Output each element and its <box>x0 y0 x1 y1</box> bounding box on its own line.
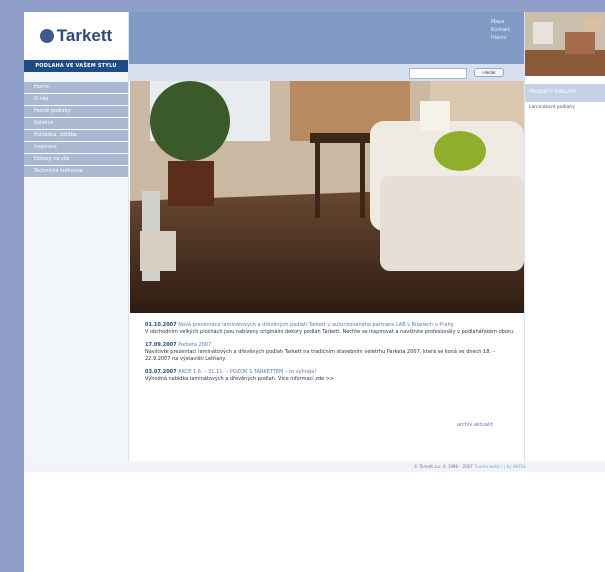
right-photo <box>525 12 605 76</box>
room-photo <box>525 12 605 76</box>
news-body: Navštivte prezentaci laminátových a dřev… <box>145 349 496 362</box>
sidebar-item-library[interactable]: Technická knihovna <box>24 166 128 178</box>
news-date: 03.07.2007 <box>145 369 177 375</box>
logo[interactable]: Tarkett <box>24 12 128 60</box>
logo-text: Tarkett <box>56 26 113 45</box>
sidebar-item-floors[interactable]: Pevné podlahy <box>24 106 128 118</box>
logo-icon <box>39 29 54 43</box>
news-title-link[interactable]: Nová prezentace laminátových a dřevěných… <box>178 322 453 328</box>
news-title-link[interactable]: Parketa 2007 <box>178 342 211 348</box>
header-link-home[interactable]: Hlavní <box>491 34 510 42</box>
news-body: V obchodním velkých plochách jsou nabíze… <box>145 329 515 335</box>
sidebar-item-questions[interactable]: Dotazy na vše <box>24 154 128 166</box>
right-column: PRODUKTY PODLAHY Laminátové podlahy <box>524 12 605 462</box>
header-links: Mapa Kontakt Hlavní <box>491 18 510 42</box>
top-strip <box>24 0 605 12</box>
news-list: 01.10.2007 Nová prezentace laminátových … <box>145 322 520 389</box>
right-panel-link[interactable]: Laminátové podlahy <box>529 105 575 110</box>
news-body: Výhodná nabídka laminátových a dřevěných… <box>145 376 335 382</box>
sidebar-item-collections[interactable]: Kolekce <box>24 118 128 130</box>
news-date: 01.10.2007 <box>145 322 177 328</box>
header-banner: Mapa Kontakt Hlavní <box>129 12 524 64</box>
right-panel-heading: PRODUKTY PODLAHY <box>525 84 605 102</box>
news-title-link[interactable]: AKCE 1.6. – 31.11. – POZOR S TARKETTEM –… <box>178 369 316 375</box>
search-bar: Hledat <box>129 64 524 81</box>
slogan-banner: PODLAHA VE VAŠEM STYLU <box>24 60 128 72</box>
footer-copyright: © Tarkett a.s. © 1996 – 2007 <box>414 464 473 469</box>
news-item: 03.07.2007 AKCE 1.6. – 31.11. – POZOR S … <box>145 369 520 383</box>
sidebar-item-inspiration[interactable]: Inspirace <box>24 142 128 154</box>
search-input[interactable] <box>409 68 467 79</box>
sidebar-item-about[interactable]: O nás <box>24 94 128 106</box>
footer-credit-link[interactable]: Tvorba webů | | by ANTEK <box>474 464 526 469</box>
footer: © Tarkett a.s. © 1996 – 2007 Tvorba webů… <box>24 462 605 472</box>
sidebar-nav: Home O nás Pevné podlahy Kolekce Pokládk… <box>24 82 128 178</box>
search-button[interactable]: Hledat <box>474 68 504 77</box>
header-link-map[interactable]: Mapa <box>491 18 510 26</box>
header-link-contact[interactable]: Kontakt <box>491 26 510 34</box>
left-column: Tarkett PODLAHA VE VAŠEM STYLU Home O ná… <box>24 12 129 462</box>
sidebar-item-installation[interactable]: Pokládka, údržba <box>24 130 128 142</box>
footer-text: © Tarkett a.s. © 1996 – 2007 Tvorba webů… <box>414 464 526 469</box>
page: Tarkett PODLAHA VE VAŠEM STYLU Home O ná… <box>24 0 605 572</box>
news-item: 17.09.2007 Parketa 2007 Navštivte prezen… <box>145 342 520 363</box>
sidebar-item-home[interactable]: Home <box>24 82 128 94</box>
hero-photo <box>130 81 524 313</box>
news-date: 17.09.2007 <box>145 342 177 348</box>
blank-area <box>24 472 129 572</box>
news-archive-link[interactable]: archiv aktualit <box>457 422 493 428</box>
news-item: 01.10.2007 Nová prezentace laminátových … <box>145 322 520 336</box>
hero-image <box>130 81 524 313</box>
